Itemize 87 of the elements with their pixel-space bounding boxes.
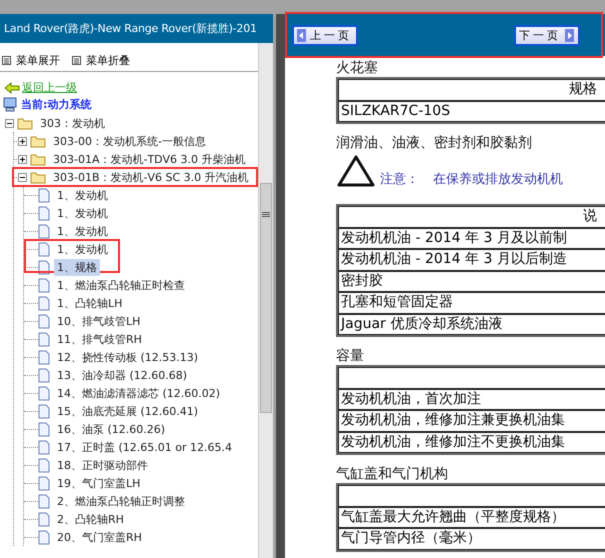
table-cell: SILZKAR7C-10S xyxy=(338,100,605,122)
scrollbar-thumb[interactable] xyxy=(260,183,272,413)
tree-item[interactable]: 1、发动机 xyxy=(54,222,111,240)
tree-item[interactable]: 10、排气歧管LH xyxy=(54,312,144,330)
table-cell: 发动机机油，维修加注兼更换机油集 xyxy=(338,410,605,432)
table-cell: 气缸盖最大允许翘曲（平整度规格） xyxy=(338,506,605,528)
tree-item[interactable]: 20、气门室盖RH xyxy=(54,528,145,546)
section-heading: 润滑油、油液、密封剂和胶黏剂 xyxy=(336,135,533,152)
document-icon xyxy=(38,278,50,292)
tree-item[interactable]: 13、油冷却器 (12.60.68) xyxy=(54,366,190,384)
tree-item[interactable]: 1、发动机 xyxy=(54,204,111,222)
table-header: 说 xyxy=(338,206,605,228)
splitter-bar[interactable] xyxy=(273,14,285,558)
tree-item[interactable]: 2、凸轮轴RH xyxy=(54,510,127,528)
table-cell: 发动机机油，首次加注 xyxy=(338,388,605,410)
document-icon xyxy=(38,188,50,202)
document-icon xyxy=(38,296,50,310)
document-icon xyxy=(38,440,50,454)
document-icon xyxy=(38,224,50,238)
tree-item[interactable]: 16、油泵 (12.60.26) xyxy=(54,420,168,438)
tree-item[interactable]: 303-01A：发动机-TDV6 3.0 升柴油机 xyxy=(50,150,248,168)
tree-item[interactable]: 12、挠性传动板 (12.53.13) xyxy=(54,348,202,366)
document-icon xyxy=(38,206,50,220)
document-icon xyxy=(38,494,50,508)
warning-triangle-icon xyxy=(336,154,376,188)
tree-item[interactable]: 303：发动机 xyxy=(37,114,108,132)
folder-icon xyxy=(30,152,46,166)
menu-item[interactable]: 菜单折叠 xyxy=(72,49,130,71)
back-link[interactable]: 返回上一级 xyxy=(22,80,77,95)
document-icon xyxy=(38,512,50,526)
tree-item[interactable]: 11、排气歧管RH xyxy=(54,330,145,348)
folder-icon xyxy=(30,170,46,184)
table-cell: 密封胶 xyxy=(338,270,605,292)
document-icon xyxy=(38,530,50,544)
document-icon xyxy=(38,404,50,418)
document-icon xyxy=(38,386,50,400)
tree-item[interactable]: 1、发动机 xyxy=(54,186,111,204)
collapse-icon[interactable] xyxy=(18,172,27,182)
tree-item[interactable]: 1、燃油泵凸轮轴正时检查 xyxy=(54,276,188,294)
document-icon xyxy=(38,422,50,436)
tree-item[interactable]: 19、气门室盖LH xyxy=(54,474,144,492)
section-heading: 容量 xyxy=(336,348,365,365)
section-heading: 气缸盖和气门机构 xyxy=(336,466,449,483)
section-heading: 火花塞 xyxy=(336,60,379,77)
document-icon xyxy=(38,476,50,490)
table-cell: 孔塞和短管固定器 xyxy=(338,292,605,314)
document-icon xyxy=(38,332,50,346)
table-cell: Jaguar 优质冷却系统油液 xyxy=(338,314,605,335)
tree-item[interactable]: 17、正时盖 (12.65.01 or 12.65.4 xyxy=(54,438,236,456)
document-icon xyxy=(38,368,50,382)
menu-item[interactable]: 菜单展开 xyxy=(2,49,60,71)
document-icon xyxy=(38,314,50,328)
grip-icon xyxy=(262,212,270,218)
tree-item[interactable]: 303-01B：发动机-V6 SC 3.0 升汽油机 xyxy=(50,168,252,186)
folder-icon xyxy=(30,134,46,148)
document-icon xyxy=(38,350,50,364)
tree-item[interactable]: 2、燃油泵凸轮轴正时调整 xyxy=(54,492,188,510)
note-text: 在保养或排放发动机机 xyxy=(433,171,563,188)
tree-item[interactable]: 1、发动机 xyxy=(54,240,111,258)
next-page-button[interactable]: 下一页 xyxy=(514,24,580,46)
previous-page-button[interactable]: 上一页 xyxy=(292,24,358,46)
expand-icon[interactable] xyxy=(18,154,27,164)
scrollbar[interactable] xyxy=(258,43,273,558)
table-cell: 气门导管内径（毫米） xyxy=(338,528,605,550)
current-location: 当前:动力系统 xyxy=(21,97,92,112)
window-title: Land Rover(路虎)-New Range Rover(新揽胜)-201 xyxy=(0,14,273,43)
document-icon xyxy=(38,242,50,256)
back-arrow-icon xyxy=(4,82,20,94)
expand-icon[interactable] xyxy=(18,136,27,146)
collapse-icon[interactable] xyxy=(5,118,14,128)
table-cell: 发动机机油，维修加注不更换机油集 xyxy=(338,432,605,453)
folder-icon xyxy=(17,116,33,130)
table-header: 规格 xyxy=(338,79,605,100)
left-arrow-icon xyxy=(297,28,306,42)
tree-item[interactable]: 14、燃油滤清器滤芯 (12.60.02) xyxy=(54,384,224,402)
tree-item[interactable]: 15、油底壳延展 (12.60.41) xyxy=(54,402,202,420)
tree-item[interactable]: 18、正时驱动部件 xyxy=(54,456,151,474)
menu-icon xyxy=(72,56,81,64)
note-label: 注意： xyxy=(380,171,419,188)
computer-icon xyxy=(3,97,17,112)
table-cell: 发动机机油 - 2014 年 3 月以后制造 xyxy=(338,249,605,270)
tree-item[interactable]: 303-00：发动机系统-一般信息 xyxy=(50,132,209,150)
document-icon xyxy=(38,458,50,472)
table-cell: 发动机机油 - 2014 年 3 月及以前制 xyxy=(338,228,605,249)
tree-item[interactable]: 1、规格 xyxy=(54,258,100,276)
right-arrow-icon xyxy=(565,28,574,42)
tree-item[interactable]: 1、凸轮轴LH xyxy=(54,294,126,312)
